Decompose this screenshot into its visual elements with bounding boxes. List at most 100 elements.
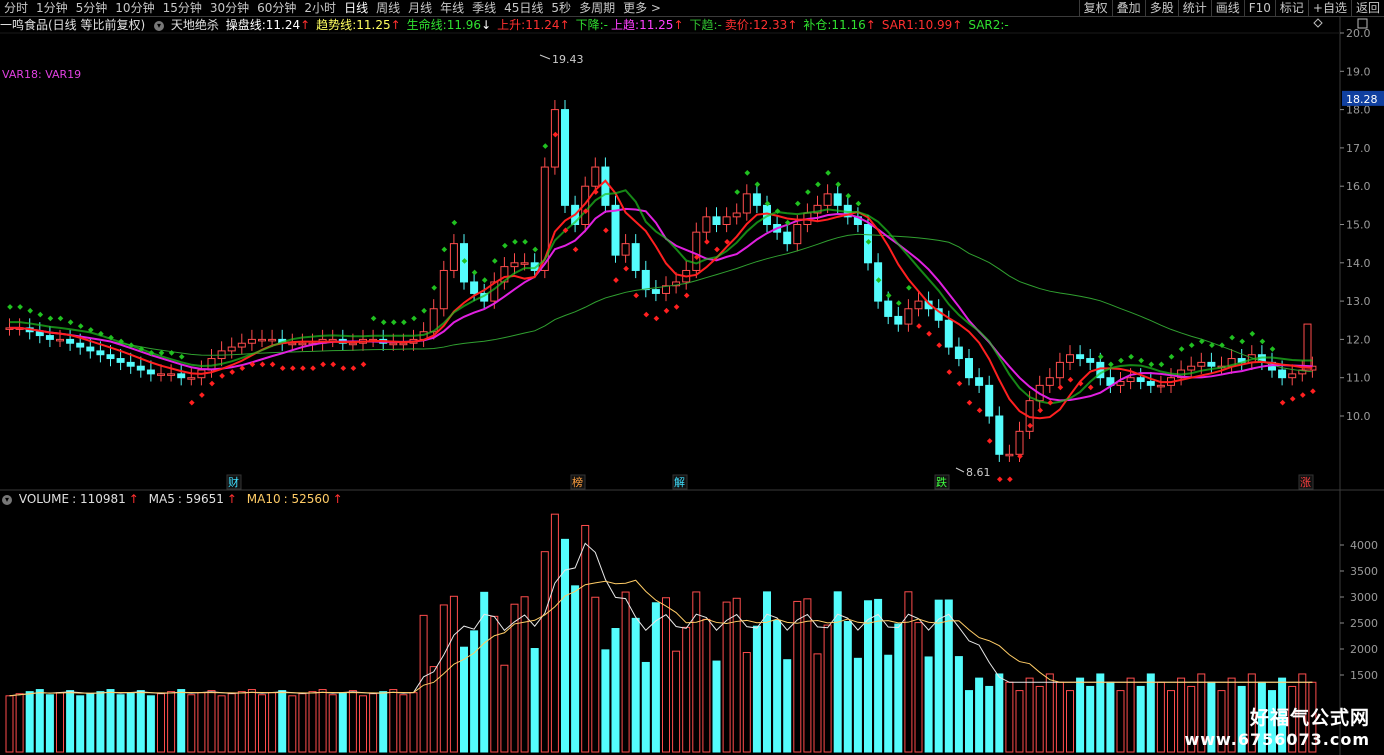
volume-bar [561, 538, 569, 753]
sar-dot [673, 304, 680, 310]
volume-tick-label: 3500 [1350, 565, 1378, 578]
volume-bar [207, 690, 216, 753]
sar-dot [320, 361, 326, 368]
sar-dot [481, 277, 488, 283]
candle-body [1303, 323, 1312, 371]
candle-body [106, 354, 115, 360]
volume-tick-label: 4000 [1350, 539, 1378, 552]
price-tick-label: 19.0 [1346, 65, 1371, 78]
volume-bar [76, 695, 85, 753]
sar-dot [47, 315, 54, 322]
volume-bar [611, 628, 620, 753]
volume-bar [237, 691, 246, 753]
sar-dot [663, 307, 670, 314]
sar-dot [946, 369, 953, 375]
kline-chart[interactable]: 20.019.018.017.016.015.014.013.012.011.0… [0, 0, 1384, 755]
volume-tick-label: 3000 [1350, 591, 1378, 604]
volume-bar [550, 513, 559, 753]
volume-bar [379, 691, 388, 753]
candle-body [146, 369, 155, 375]
volume-bar [1055, 681, 1064, 753]
candle-body [116, 358, 125, 363]
volume-bar [1035, 685, 1044, 753]
volume-bar [460, 646, 468, 753]
volume-tick-label: 2000 [1350, 643, 1378, 656]
volume-bar [1045, 673, 1054, 753]
volume-bar [601, 649, 610, 753]
candle-body [348, 342, 357, 346]
volume-bar [1076, 677, 1085, 753]
sar-dot [219, 373, 225, 379]
volume-bar [369, 693, 378, 753]
candle-body [45, 335, 54, 340]
volume-bar [268, 692, 277, 753]
sar-dot [906, 284, 912, 291]
candle-body [1278, 369, 1287, 379]
sar-dot [259, 361, 266, 368]
volume-bar [348, 690, 357, 753]
volume-bar [1146, 673, 1155, 753]
volume-bar [944, 599, 953, 753]
volume-bar [419, 614, 428, 753]
sar-dot [653, 315, 660, 322]
volume-bar [995, 673, 1004, 753]
sar-dot [330, 361, 337, 368]
candle-body [1207, 361, 1216, 367]
sar-dot [1108, 361, 1114, 368]
candle-body [944, 319, 953, 348]
volume-bar [621, 591, 630, 753]
sar-dot [936, 342, 943, 349]
sar-dot [1087, 384, 1094, 391]
sar-dot [1097, 353, 1104, 360]
sar-dot [199, 392, 205, 398]
candle-body [621, 243, 630, 256]
volume-bar [843, 621, 852, 753]
volume-bar [1106, 681, 1115, 753]
sar-dot [1188, 342, 1195, 349]
volume-bar [520, 596, 529, 753]
candles [5, 100, 1317, 462]
sar-dot [1259, 338, 1266, 345]
sar-dot [1047, 399, 1054, 406]
candle-body [722, 216, 731, 225]
volume-bar [954, 656, 963, 753]
volume-bar [571, 585, 580, 753]
volume-bar [500, 664, 509, 753]
volume-bar [35, 689, 44, 753]
sar-dot [744, 170, 751, 176]
volume-bar [581, 524, 590, 753]
sar-dot [57, 315, 64, 322]
candle-body [1126, 377, 1135, 383]
sar-dot [603, 227, 609, 234]
candle-body [298, 342, 307, 346]
sar-dot [279, 365, 286, 372]
sar-dot [1198, 338, 1205, 345]
volume-bar [763, 591, 771, 753]
volume-bar [853, 657, 862, 753]
sar-dot [1158, 361, 1165, 368]
volume-bar [874, 598, 883, 753]
candle-body [1086, 358, 1095, 363]
sar-dot [542, 143, 549, 149]
candle-body [692, 231, 701, 271]
sar-dot [1118, 357, 1124, 364]
sar-dot [401, 319, 407, 326]
candle-body [904, 308, 913, 325]
sar-dot [845, 193, 852, 199]
sar-dot [966, 399, 973, 406]
candle-body [833, 193, 842, 206]
sar-dot [1178, 346, 1185, 352]
sar-dot [67, 319, 74, 326]
candle-body [742, 193, 751, 214]
volume-bar [662, 597, 670, 753]
volume-bar [975, 677, 984, 753]
event-marker: 榜 [572, 475, 583, 489]
sar-dot [522, 238, 528, 245]
volume-bar [136, 690, 145, 753]
volume-bar [288, 695, 297, 753]
low-annotation-line [955, 467, 965, 473]
candle-body [470, 281, 479, 294]
volume-bar [490, 615, 499, 753]
volume-bar [86, 693, 95, 753]
candle-body [823, 193, 832, 206]
